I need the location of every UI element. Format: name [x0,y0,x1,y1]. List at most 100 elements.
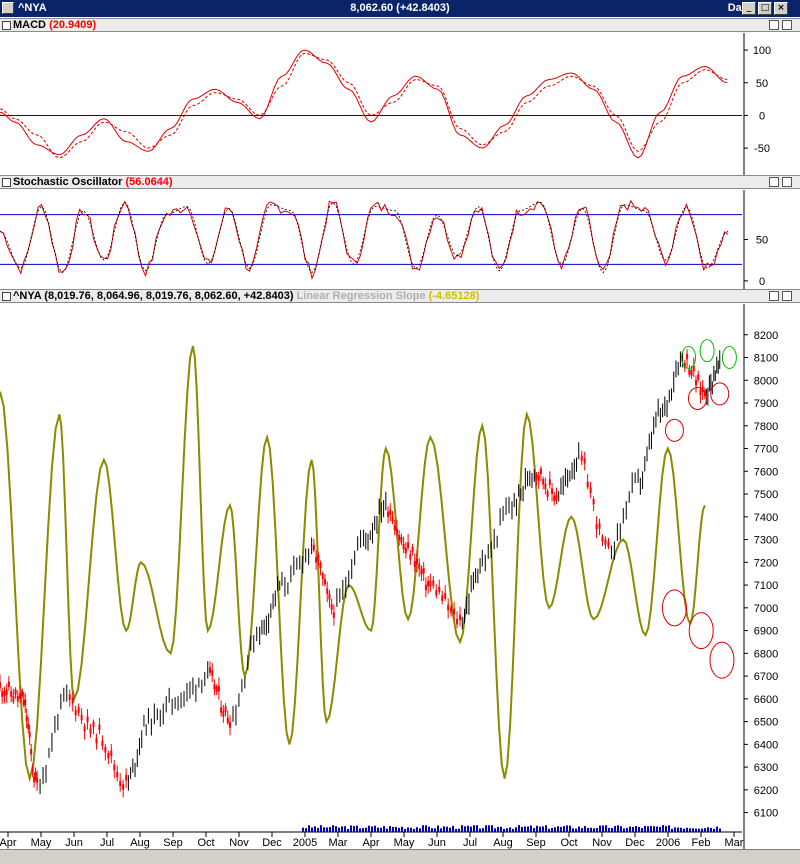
pane-close-icon[interactable] [782,291,792,301]
main-x-tick-label: May [394,837,415,849]
price-bar-body [411,546,414,553]
volume-bar [440,828,442,832]
price-bar-body [86,716,89,723]
price-bar-body [686,353,689,360]
price-bar-body [14,689,17,695]
price-bar-body [95,738,98,744]
slope-line [0,345,706,783]
volume-bar [548,828,550,832]
volume-bar [329,827,331,832]
price-bar-body [420,569,423,575]
price-bar-body [393,525,396,531]
window-title-bar: ^NYA 8,062.60 (+42.8403) Daily _ □ × [0,0,800,17]
pane-toggle-icon[interactable] [2,292,11,301]
volume-bar [551,827,553,832]
stochastic-pane-header[interactable]: Stochastic Oscillator (56.0644) [0,175,800,189]
pane-maximize-icon[interactable] [769,20,779,30]
volume-bar [383,826,385,832]
close-button[interactable]: × [774,2,788,15]
price-bar-body [580,455,583,462]
price-bar-body [83,725,86,732]
price-chart: 8200 8100 8000 7900 7800 7700 7600 7500 7400 7300… [0,304,778,850]
pane-close-icon[interactable] [782,20,792,30]
price-bar-body [220,707,223,713]
volume-bar [416,827,418,832]
price-bar-body [592,498,595,505]
volume-bar [455,828,457,832]
price-bar-body [589,487,592,493]
volume-bar [575,828,577,832]
price-bar-body [326,588,329,594]
horizontal-scrollbar[interactable] [0,849,800,864]
price-bar-body [444,593,447,599]
price-bar-body [215,686,218,692]
volume-bar [407,827,409,832]
volume-bar [518,825,520,832]
volume-bar [521,827,523,832]
price-bar-body [424,584,427,591]
price-bar-body [400,537,403,543]
price-bar-body [539,468,542,475]
main-pane-header[interactable]: ^NYA (8,019.76, 8,064.96, 8,019.76, 8,06… [0,289,800,303]
volume-bar [539,826,541,832]
price-bar-body [398,534,401,541]
red-annotation-circle [664,418,684,442]
volume-bar [698,828,700,832]
volume-bar [464,826,466,832]
price-bar-body [25,715,28,721]
price-bar-body [548,479,551,485]
price-bar-body [89,728,92,734]
volume-bar [449,827,451,832]
volume-bar [458,828,460,832]
volume-bar [584,826,586,832]
volume-bar [506,828,508,832]
volume-bar [707,827,709,832]
main-y-tick-label: 6600 [754,694,778,706]
main-x-tick-label: Apr [0,837,17,849]
volume-bar [380,827,382,832]
macd-pane-header[interactable]: MACD (20.9409) [0,18,800,32]
main-y-tick-label: 6900 [754,626,778,638]
volume-bar [596,828,598,832]
price-bar-body [690,370,693,376]
volume-bar [305,828,307,832]
volume-bar [560,826,562,832]
volume-bar [629,826,631,832]
price-bar-body [31,766,34,772]
volume-bar [473,825,475,832]
main-symbol: ^NYA [13,290,42,302]
minimize-button[interactable]: _ [742,2,756,15]
main-x-tick-label: Aug [130,837,150,849]
price-bar-body [447,604,450,611]
price-bar-body [1,691,4,697]
stochastic-value: (56.0644) [125,176,173,188]
pane-maximize-icon[interactable] [769,291,779,301]
price-bar-body [92,721,95,728]
volume-bar [623,828,625,832]
price-bar-body [321,573,324,579]
volume-bar [497,827,499,832]
volume-bar [314,826,316,832]
slope-value: (-4.65128) [428,290,480,302]
volume-bar [542,826,544,832]
main-y-tick-label: 8100 [754,353,778,365]
pane-close-icon[interactable] [782,177,792,187]
volume-bar [593,828,595,832]
price-bar-body [402,543,405,550]
main-x-tick-label: 2006 [656,837,680,849]
volume-bar [671,828,673,832]
price-bar-body [101,740,104,747]
pane-toggle-icon[interactable] [2,178,11,187]
volume-bar [509,827,511,832]
pane-maximize-icon[interactable] [769,177,779,187]
volume-bar [704,828,706,832]
price-bar-body [441,595,444,601]
volume-bar [479,828,481,832]
price-bar-body [107,752,110,759]
maximize-button[interactable]: □ [758,2,772,15]
price-bar-body [28,732,31,738]
pane-toggle-icon[interactable] [2,21,11,30]
volume-bar [650,825,652,832]
volume-bar [365,827,367,832]
price-bar-body [34,772,37,778]
